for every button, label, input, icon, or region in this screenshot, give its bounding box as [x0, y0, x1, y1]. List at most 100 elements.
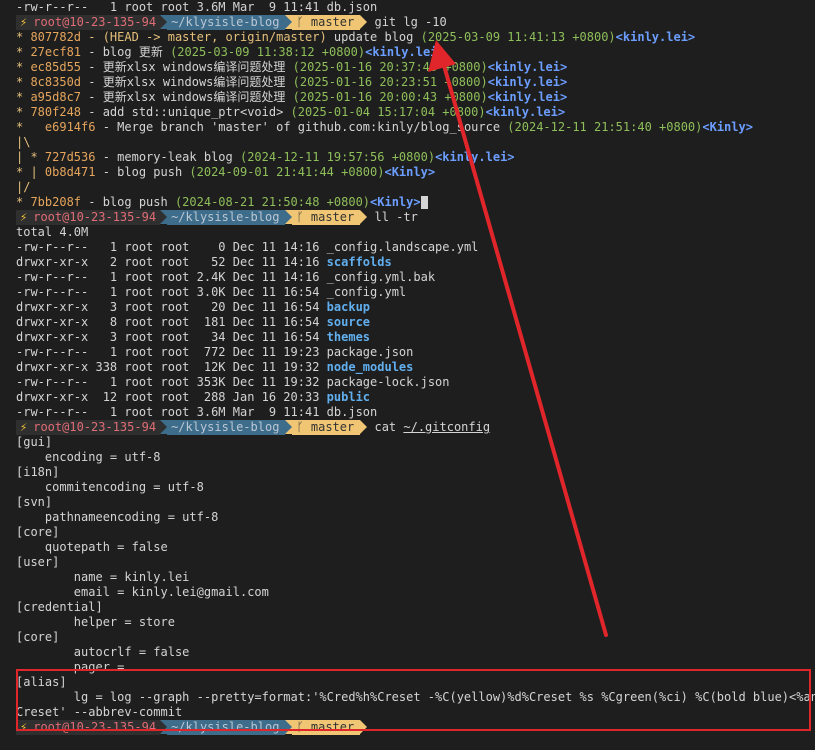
command-text: cat — [374, 420, 404, 434]
git-branch-icon: ᚴ — [296, 210, 304, 224]
config-line: [gui] — [16, 435, 53, 449]
commit-author: <kinly.lei> — [365, 45, 445, 59]
file-name: _config.landscape.yml — [326, 240, 479, 254]
directory-name: source — [326, 315, 371, 329]
file-listing-row: drwxr-xr-x 2 root root 52 Dec 11 14:16 s… — [16, 255, 815, 270]
command-text: git lg -10 — [374, 15, 447, 29]
file-meta: -rw-r--r-- 1 root root 2.4K Dec 11 14:16 — [16, 270, 327, 284]
file-listing-row: drwxr-xr-x 3 root root 20 Dec 11 16:54 b… — [16, 300, 815, 315]
command-argument: ~/.gitconfig — [403, 420, 491, 434]
prompt-separator-icon — [360, 420, 368, 434]
commit-message: update blog — [326, 30, 421, 44]
commit-hash: 27ecf81 — [30, 45, 82, 59]
graph-lines: * — [16, 195, 31, 209]
commit-hash: 780f248 — [30, 105, 82, 119]
file-name: package-lock.json — [326, 375, 450, 389]
graph-lines: * — [16, 30, 31, 44]
prompt-line: ⚡ root@10-23-135-94 ~/klysisle-blog ᚴ maste… — [16, 420, 815, 435]
file-meta: -rw-r--r-- 1 root root 353K Dec 11 19:32 — [16, 375, 327, 389]
file-listing-row: -rw-r--r-- 1 root root 3.6M Mar 9 11:41 … — [16, 405, 815, 420]
commit-author: <kinly.lei> — [485, 105, 566, 119]
prompt-line: ⚡ root@10-23-135-94 ~/klysisle-blog ᚴ maste… — [16, 15, 815, 30]
file-listing-row: -rw-r--r-- 1 root root 3.0K Dec 11 16:54… — [16, 285, 815, 300]
prompt-host: root@10-23-135-94 — [33, 210, 161, 225]
git-log-line: * 27ecf81 - blog 更新 (2025-03-09 11:38:12… — [16, 45, 815, 60]
commit-date: (2024-09-01 21:41:44 +0800) — [189, 165, 385, 179]
prompt-separator-icon — [360, 720, 368, 734]
commit-message: - blog push — [95, 165, 190, 179]
commit-date: (2025-01-16 20:23:51 +0800) — [292, 75, 488, 89]
graph-lines: |\ — [16, 135, 31, 149]
prompt-branch: ᚴ master — [292, 720, 361, 735]
commit-author: <Kinly> — [702, 120, 753, 134]
file-name: _config.yml — [326, 285, 407, 299]
prompt-separator-icon — [160, 720, 168, 734]
config-line: commitencoding = utf-8 — [16, 480, 204, 494]
graph-lines: * — [16, 75, 31, 89]
graph-lines: * — [16, 105, 31, 119]
commit-date: (2025-03-09 11:38:12 +0800) — [170, 45, 366, 59]
config-line: encoding = utf-8 — [16, 450, 161, 464]
file-meta: -rw-r--r-- 1 root root 3.0K Dec 11 16:54 — [16, 285, 327, 299]
file-meta: drwxr-xr-x 338 root root 12K Dec 11 19:3… — [16, 360, 327, 374]
branch-name: master — [310, 15, 355, 29]
file-listing-row: -rw-r--r-- 1 root root 353K Dec 11 19:32… — [16, 375, 815, 390]
command-text: ll -tr — [374, 210, 418, 224]
git-log-line: * e6914f6 - Merge branch 'master' of git… — [16, 120, 815, 135]
commit-hash: ec85d55 — [30, 60, 82, 74]
lightning-icon: ⚡ — [16, 720, 34, 735]
commit-date: (2025-01-16 20:37:48 +0800) — [292, 60, 488, 74]
config-line: [core] — [16, 525, 60, 539]
config-line: name = kinly.lei — [16, 570, 190, 584]
git-branch-icon: ᚴ — [296, 15, 304, 29]
prompt-directory: ~/klysisle-blog — [167, 420, 286, 435]
terminal[interactable]: -rw-r--r-- 1 root root 3.6M Mar 9 11:41 … — [16, 0, 815, 735]
file-meta: drwxr-xr-x 3 root root 20 Dec 11 16:54 — [16, 300, 327, 314]
graph-lines: | * — [16, 150, 45, 164]
config-line: pathnameencoding = utf-8 — [16, 510, 219, 524]
config-line: pager = — [16, 660, 125, 674]
git-log-line: * 780f248 - add std::unique_ptr<void> (2… — [16, 105, 815, 120]
config-line: Creset' --abbrev-commit — [16, 705, 183, 719]
git-log-line: * 807782d - (HEAD -> master, origin/mast… — [16, 30, 815, 45]
commit-date: (2024-08-21 21:50:48 +0800) — [174, 195, 371, 209]
branch-name: master — [310, 720, 355, 734]
git-log-line: * 8c8350d - 更新xlsx windows编译问题处理 (2025-0… — [16, 75, 815, 90]
graph-lines: * | — [16, 165, 45, 179]
branch-name: master — [310, 210, 355, 224]
file-listing-row: drwxr-xr-x 12 root root 288 Jan 16 20:33… — [16, 390, 815, 405]
commit-date: (2025-01-16 20:00:43 +0800) — [292, 90, 488, 104]
file-listing-row: drwxr-xr-x 338 root root 12K Dec 11 19:3… — [16, 360, 815, 375]
prompt-separator-icon — [285, 420, 293, 434]
prompt-line: ⚡ root@10-23-135-94 ~/klysisle-blog ᚴ maste… — [16, 210, 815, 225]
commit-hash: 0b8d471 — [44, 165, 96, 179]
commit-date: (2025-01-04 15:17:04 +0800) — [290, 105, 486, 119]
commit-author: <kinly.lei> — [435, 150, 515, 164]
lightning-icon: ⚡ — [16, 210, 34, 225]
commit-date: (2025-03-09 11:41:13 +0800) — [420, 30, 616, 44]
prompt-separator-icon — [360, 210, 368, 224]
prompt-line: ⚡ root@10-23-135-94 ~/klysisle-blog ᚴ maste… — [16, 720, 815, 735]
commit-message: - 更新xlsx windows编译问题处理 — [81, 60, 293, 74]
directory-name: themes — [326, 330, 371, 344]
commit-refs: - (HEAD -> master, origin/master) — [81, 30, 327, 44]
git-log-line: |\ — [16, 135, 815, 150]
commit-hash: 727d536 — [44, 150, 96, 164]
file-meta: -rw-r--r-- 1 root root 772 Dec 11 19:23 — [16, 345, 327, 359]
prompt-separator-icon — [160, 420, 168, 434]
file-name: _config.yml.bak — [326, 270, 436, 284]
file-listing-row: -rw-r--r-- 1 root root 0 Dec 11 14:16 _c… — [16, 240, 815, 255]
file-listing-row: -rw-r--r-- 1 root root 2.4K Dec 11 14:16… — [16, 270, 815, 285]
config-line: quotepath = false — [16, 540, 168, 554]
directory-name: backup — [326, 300, 371, 314]
config-line: [i18n] — [16, 465, 60, 479]
graph-lines: |/ — [16, 180, 31, 194]
prompt-separator-icon — [160, 15, 168, 29]
prompt-host: root@10-23-135-94 — [33, 720, 161, 735]
git-branch-icon: ᚴ — [296, 420, 304, 434]
commit-message: - Merge branch 'master' of github.com:ki… — [95, 120, 508, 134]
file-listing-row: drwxr-xr-x 8 root root 181 Dec 11 16:54 … — [16, 315, 815, 330]
config-line: autocrlf = false — [16, 645, 190, 659]
git-log-line: |/ — [16, 180, 815, 195]
text-cursor — [420, 196, 428, 209]
